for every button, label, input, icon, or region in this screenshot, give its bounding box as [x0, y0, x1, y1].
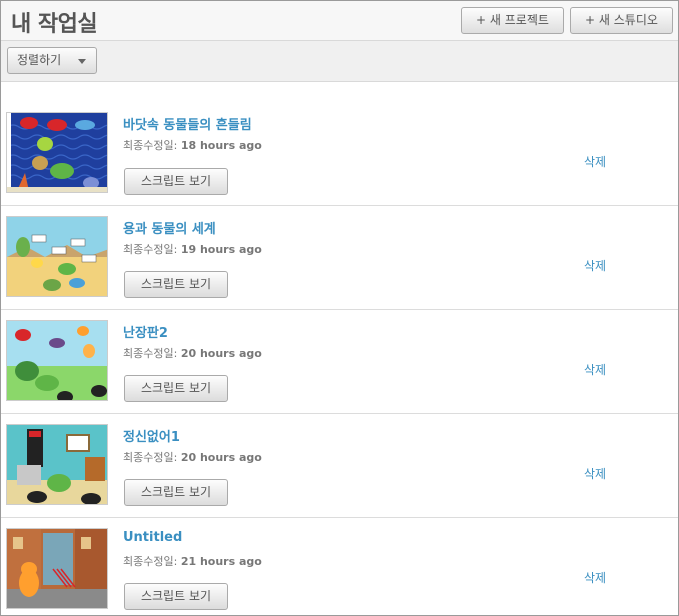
modified-info: 최종수정일: 21 hours ago	[123, 553, 262, 569]
project-thumbnail[interactable]	[6, 320, 108, 401]
modified-label: 최종수정일:	[123, 139, 178, 152]
sort-dropdown[interactable]: 정렬하기	[7, 47, 97, 74]
delete-link[interactable]: 삭제	[584, 361, 606, 378]
modified-info: 최종수정일: 20 hours ago	[123, 345, 262, 361]
caret-down-icon	[78, 59, 86, 64]
street-scene-icon	[7, 529, 107, 608]
project-title-link[interactable]: 난장판2	[123, 322, 168, 341]
project-row: Untitled 최종수정일: 21 hours ago 스크립트 보기 삭제	[1, 518, 678, 615]
delete-link[interactable]: 삭제	[584, 257, 606, 274]
modified-info: 최종수정일: 19 hours ago	[123, 241, 262, 257]
modified-ago: 20 hours ago	[180, 347, 262, 360]
page-title: 내 작업실	[11, 12, 98, 37]
view-script-button[interactable]: 스크립트 보기	[124, 271, 228, 298]
new-project-button[interactable]: + 새 프로젝트	[461, 7, 564, 34]
project-thumbnail[interactable]	[6, 112, 108, 193]
modified-info: 최종수정일: 20 hours ago	[123, 449, 262, 465]
header-bar: 내 작업실 + 새 프로젝트 + 새 스튜디오	[1, 1, 678, 41]
modified-ago: 21 hours ago	[180, 555, 262, 568]
view-script-button[interactable]: 스크립트 보기	[124, 479, 228, 506]
new-studio-button[interactable]: + 새 스튜디오	[570, 7, 673, 34]
modified-info: 최종수정일: 18 hours ago	[123, 137, 262, 153]
meadow-scene-icon	[7, 321, 107, 400]
modified-ago: 19 hours ago	[180, 243, 262, 256]
modified-label: 최종수정일:	[123, 451, 178, 464]
beach-scene-icon	[7, 217, 107, 296]
modified-ago: 20 hours ago	[180, 451, 262, 464]
delete-link[interactable]: 삭제	[584, 153, 606, 170]
page: 내 작업실 + 새 프로젝트 + 새 스튜디오 정렬하기 바닷속 동물들의 흔들…	[0, 0, 679, 616]
modified-label: 최종수정일:	[123, 243, 178, 256]
project-thumbnail[interactable]	[6, 528, 108, 609]
underwater-scene-icon	[7, 113, 107, 192]
project-title-link[interactable]: Untitled	[123, 530, 182, 545]
project-title-link[interactable]: 바닷속 동물들의 흔들림	[123, 114, 252, 133]
delete-link[interactable]: 삭제	[584, 465, 606, 482]
view-script-button[interactable]: 스크립트 보기	[124, 583, 228, 610]
toolbar: 정렬하기	[1, 41, 678, 82]
project-thumbnail[interactable]	[6, 216, 108, 297]
room-scene-icon	[7, 425, 107, 504]
sort-label: 정렬하기	[17, 53, 62, 67]
modified-ago: 18 hours ago	[180, 139, 262, 152]
project-list: 바닷속 동물들의 흔들림 최종수정일: 18 hours ago 스크립트 보기…	[1, 82, 678, 615]
project-row: 정신없어1 최종수정일: 20 hours ago 스크립트 보기 삭제	[1, 414, 678, 518]
project-row: 용과 동물의 세계 최종수정일: 19 hours ago 스크립트 보기 삭제	[1, 206, 678, 310]
project-row: 바닷속 동물들의 흔들림 최종수정일: 18 hours ago 스크립트 보기…	[1, 82, 678, 206]
project-thumbnail[interactable]	[6, 424, 108, 505]
modified-label: 최종수정일:	[123, 555, 178, 568]
project-row: 난장판2 최종수정일: 20 hours ago 스크립트 보기 삭제	[1, 310, 678, 414]
project-title-link[interactable]: 용과 동물의 세계	[123, 218, 216, 237]
view-script-button[interactable]: 스크립트 보기	[124, 375, 228, 402]
project-title-link[interactable]: 정신없어1	[123, 426, 180, 445]
delete-link[interactable]: 삭제	[584, 569, 606, 586]
view-script-button[interactable]: 스크립트 보기	[124, 168, 228, 195]
modified-label: 최종수정일:	[123, 347, 178, 360]
